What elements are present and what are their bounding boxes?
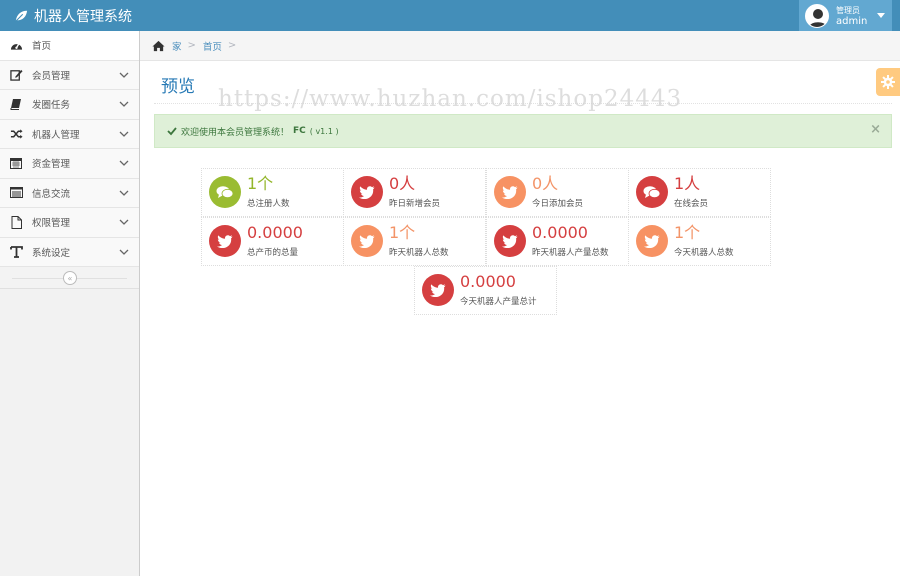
stat-value: 0.0000 [460, 272, 516, 291]
stat-label: 在线会员 [674, 199, 709, 209]
sidebar-collapse: « [0, 267, 139, 289]
calendar-icon [9, 156, 23, 170]
app-title: 机器人管理系统 [34, 9, 132, 25]
twitter-icon [422, 274, 454, 306]
edit-icon [9, 68, 23, 82]
stat-value: 1个 [389, 223, 416, 242]
navbar: 机器人管理系统 管理员 admin [0, 0, 900, 31]
stat-box: 1个 昨天机器人总数 [343, 217, 486, 266]
stat-box: 0人 昨日新增会员 [343, 168, 486, 217]
sidebar-item-label: 机器人管理 [32, 129, 80, 141]
user-menu[interactable]: 管理员 admin [799, 0, 892, 31]
stat-label: 今天机器人总数 [674, 248, 734, 258]
breadcrumb-separator: > [227, 40, 237, 51]
comments-icon [209, 176, 241, 208]
user-role: 管理员 [836, 5, 860, 15]
comments-icon [636, 176, 668, 208]
collapse-toggle-button[interactable]: « [63, 271, 77, 285]
stat-box: 0.0000 今天机器人产量总计 [414, 266, 557, 315]
stat-value: 0人 [532, 174, 559, 193]
text-icon [9, 245, 23, 259]
stat-value: 1个 [247, 174, 274, 193]
book-icon [9, 97, 23, 111]
chevron-down-icon [119, 190, 129, 196]
dashboard-icon [9, 38, 23, 52]
alert-brand: FC [293, 126, 306, 136]
twitter-icon [494, 176, 526, 208]
chevron-down-icon [119, 72, 129, 78]
alert-version: ( v1.1 ) [309, 126, 339, 136]
chevron-down-icon [119, 160, 129, 166]
sidebar-item-tasks[interactable]: 发圈任务 [0, 90, 139, 120]
stat-box: 0人 今日添加会员 [486, 168, 629, 217]
chevron-down-icon [119, 219, 129, 225]
stat-value: 1人 [674, 174, 701, 193]
sidebar: 首页 会员管理 发圈任务 机器人管理 资金管理 信息交流 权限管理 系统设定 « [0, 31, 140, 576]
divider [154, 103, 892, 104]
sidebar-item-label: 资金管理 [32, 159, 71, 171]
stat-value: 0人 [389, 174, 416, 193]
stat-value: 0.0000 [532, 223, 588, 242]
sidebar-item-label: 首页 [32, 41, 52, 53]
twitter-icon [209, 225, 241, 257]
welcome-alert: 欢迎使用本会员管理系统！ FC ( v1.1 ) × [154, 114, 892, 148]
sidebar-item-robots[interactable]: 机器人管理 [0, 119, 139, 149]
sidebar-item-label: 会员管理 [32, 70, 71, 82]
brand[interactable]: 机器人管理系统 [14, 6, 132, 26]
chevron-down-icon [119, 131, 129, 137]
list-alt-icon [9, 186, 23, 200]
sidebar-item-members[interactable]: 会员管理 [0, 60, 139, 90]
sidebar-item-label: 权限管理 [32, 218, 71, 230]
check-icon [167, 127, 177, 136]
stat-label: 今日添加会员 [532, 199, 584, 209]
breadcrumb-current[interactable]: 首页 [203, 39, 222, 53]
user-name: admin [836, 15, 868, 27]
settings-button[interactable] [876, 68, 900, 96]
page-title: 预览 [161, 77, 195, 97]
stat-label: 昨日新增会员 [389, 199, 441, 209]
leaf-icon [14, 10, 28, 23]
sidebar-item-messages[interactable]: 信息交流 [0, 178, 139, 208]
home-icon[interactable] [152, 40, 165, 52]
stat-box: 1人 在线会员 [628, 168, 771, 217]
random-icon [9, 127, 23, 141]
stat-box: 1个 总注册人数 [201, 168, 344, 217]
user-info: 管理员 admin [836, 5, 867, 27]
stat-box: 0.0000 昨天机器人产量总数 [486, 217, 629, 266]
avatar [805, 3, 829, 28]
twitter-icon [636, 225, 668, 257]
breadcrumb-home[interactable]: 家 [172, 39, 182, 53]
chevron-down-icon [119, 101, 129, 107]
stat-value: 1个 [674, 223, 701, 242]
stat-label: 总注册人数 [247, 199, 290, 209]
caret-down-icon [877, 13, 885, 18]
sidebar-item-label: 信息交流 [32, 188, 71, 200]
stat-label: 昨天机器人产量总数 [532, 248, 609, 258]
stat-label: 今天机器人产量总计 [460, 297, 537, 307]
file-icon [9, 215, 23, 229]
breadcrumb: 家 > 首页 > [140, 31, 900, 61]
stat-value: 0.0000 [247, 223, 303, 242]
sidebar-item-home[interactable]: 首页 [0, 31, 139, 61]
sidebar-item-label: 发圈任务 [32, 100, 71, 112]
double-angle-left-icon: « [67, 273, 73, 283]
watermark: https://www.huzhan.com/ishop24443 [218, 86, 683, 112]
twitter-icon [494, 225, 526, 257]
sidebar-item-funds[interactable]: 资金管理 [0, 149, 139, 179]
twitter-icon [351, 176, 383, 208]
gear-icon [881, 75, 895, 89]
sidebar-item-label: 系统设定 [32, 247, 71, 259]
breadcrumb-separator: > [187, 40, 196, 51]
close-button[interactable]: × [870, 122, 881, 137]
twitter-icon [351, 225, 383, 257]
alert-message: 欢迎使用本会员管理系统！ [181, 127, 290, 138]
sidebar-item-settings[interactable]: 系统设定 [0, 237, 139, 267]
stat-label: 总产币的总量 [247, 248, 299, 258]
stat-label: 昨天机器人总数 [389, 248, 449, 258]
sidebar-item-permissions[interactable]: 权限管理 [0, 208, 139, 238]
stat-box: 1个 今天机器人总数 [628, 217, 771, 266]
chevron-down-icon [119, 249, 129, 255]
stat-box: 0.0000 总产币的总量 [201, 217, 344, 266]
